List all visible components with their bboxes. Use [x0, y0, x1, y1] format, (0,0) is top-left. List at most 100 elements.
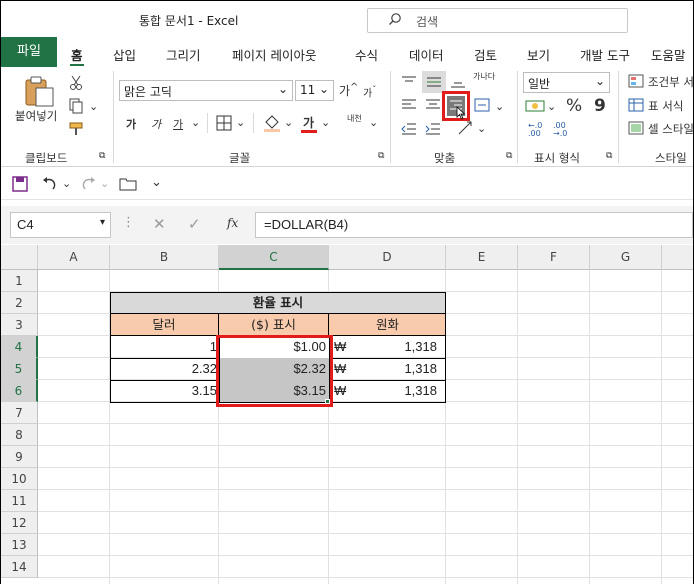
cell-won[interactable]: 1,318 — [329, 380, 437, 402]
column-header-f[interactable]: F — [518, 245, 590, 270]
cancel-formula-icon[interactable]: ✕ — [153, 215, 166, 233]
fill-handle[interactable] — [325, 399, 330, 404]
paste-button-label[interactable]: 붙여넣기 — [15, 108, 57, 124]
number-format-select[interactable]: 일반 ⌄ — [523, 72, 610, 93]
fill-color-dropdown-chevron-icon[interactable]: ⌄ — [284, 116, 293, 129]
format-as-table-icon[interactable] — [628, 98, 644, 112]
customize-qat-chevron-icon[interactable]: ⌄ — [151, 175, 162, 190]
tab-formulas[interactable]: 수식 — [355, 45, 378, 64]
column-header-e[interactable]: E — [446, 245, 518, 270]
row-header[interactable]: 7 — [1, 402, 38, 424]
accounting-dropdown-chevron-icon[interactable]: ⌄ — [547, 100, 556, 113]
row-header[interactable]: 1 — [1, 270, 38, 292]
align-middle-button[interactable] — [422, 71, 446, 93]
insert-function-icon[interactable]: fx — [227, 216, 238, 230]
tab-file[interactable]: 파일 — [1, 37, 57, 67]
number-launcher-icon[interactable]: ⧉ — [606, 151, 612, 161]
header-won[interactable]: 원화 — [329, 314, 446, 336]
italic-button[interactable]: 가 — [151, 116, 161, 132]
redo-icon[interactable] — [79, 176, 97, 192]
merge-center-icon[interactable] — [474, 98, 490, 112]
column-header-c[interactable]: C — [219, 245, 329, 270]
font-color-button[interactable]: 가 — [303, 114, 314, 131]
tab-page-layout[interactable]: 페이지 레이아웃 — [232, 45, 316, 64]
paste-icon[interactable] — [23, 75, 57, 107]
borders-icon[interactable] — [216, 115, 232, 131]
merge-dropdown-chevron-icon[interactable]: ⌄ — [495, 100, 504, 113]
font-family-select[interactable]: 맑은 고딕 ⌄ — [119, 80, 293, 101]
accounting-format-icon[interactable] — [525, 98, 545, 114]
increase-decimal-button[interactable]: ←.0.00 — [528, 122, 542, 138]
fill-color-icon[interactable] — [263, 113, 281, 133]
alignment-launcher-icon[interactable]: ⧉ — [506, 151, 512, 161]
cell-dollar[interactable]: 1 — [110, 336, 217, 358]
increase-font-button[interactable]: 가^ — [339, 82, 358, 99]
orientation-button[interactable]: 가나다 — [473, 72, 495, 81]
select-all-corner[interactable] — [1, 245, 38, 270]
tab-help[interactable]: 도움말 — [651, 45, 686, 64]
decrease-indent-icon[interactable] — [401, 122, 417, 136]
align-center-icon[interactable] — [425, 98, 441, 112]
tab-insert[interactable]: 삽입 — [113, 45, 136, 64]
row-header[interactable]: 14 — [1, 556, 38, 578]
tab-view[interactable]: 보기 — [527, 45, 550, 64]
column-header-b[interactable]: B — [110, 245, 219, 270]
row-header[interactable]: 11 — [1, 490, 38, 512]
undo-dropdown-chevron-icon[interactable]: ⌄ — [62, 177, 71, 190]
cell-dollar[interactable]: 2.32 — [110, 358, 217, 380]
cell-styles-button[interactable]: 셀 스타일 — [648, 121, 694, 137]
bold-button[interactable]: 가 — [126, 116, 136, 132]
column-header-d[interactable]: D — [329, 245, 446, 270]
underline-button[interactable]: 가 — [173, 116, 183, 132]
font-launcher-icon[interactable]: ⧉ — [378, 151, 384, 161]
row-header[interactable]: 10 — [1, 468, 38, 490]
row-header[interactable]: 3 — [1, 314, 38, 336]
comma-style-button[interactable]: 9 — [594, 96, 606, 116]
name-box[interactable]: C4 ▾ — [10, 212, 111, 238]
confirm-formula-icon[interactable]: ✓ — [188, 215, 201, 233]
undo-icon[interactable] — [41, 176, 59, 192]
font-color-dropdown-chevron-icon[interactable]: ⌄ — [321, 116, 330, 129]
cell-styles-icon[interactable] — [628, 121, 644, 135]
copy-icon[interactable] — [68, 98, 84, 114]
header-display[interactable]: ($) 표시 — [219, 314, 329, 336]
orientation-dropdown-chevron-icon[interactable]: ⌄ — [477, 122, 486, 135]
decrease-decimal-button[interactable]: .00 →.0 — [553, 122, 567, 138]
cell-won[interactable]: 1,318 — [329, 336, 437, 358]
row-header[interactable]: 9 — [1, 446, 38, 468]
row-header[interactable]: 8 — [1, 424, 38, 446]
tab-home[interactable]: 홈 — [71, 45, 83, 64]
cell-won[interactable]: 1,318 — [329, 358, 437, 380]
open-folder-icon[interactable] — [119, 177, 137, 191]
tab-data[interactable]: 데이터 — [409, 45, 444, 64]
phonetic-guide-button[interactable]: 내천 — [347, 114, 367, 123]
search-input[interactable]: 검색 — [367, 8, 628, 33]
align-bottom-icon[interactable] — [450, 75, 466, 89]
align-top-icon[interactable] — [401, 75, 417, 89]
align-left-icon[interactable] — [401, 98, 417, 112]
percent-style-button[interactable]: % — [566, 96, 582, 116]
decrease-font-button[interactable]: 가ˇ — [363, 84, 376, 99]
tab-review[interactable]: 검토 — [474, 45, 497, 64]
row-header[interactable]: 12 — [1, 512, 38, 534]
row-header[interactable]: 5 — [1, 358, 38, 380]
header-dollar[interactable]: 달러 — [110, 314, 219, 336]
phonetic-dropdown-chevron-icon[interactable]: ⌄ — [369, 116, 378, 129]
format-as-table-button[interactable]: 표 서식 — [648, 98, 683, 114]
conditional-format-button[interactable]: 조건부 서 — [648, 74, 694, 90]
formula-input[interactable]: =DOLLAR(B4) — [255, 212, 693, 238]
row-header[interactable]: 2 — [1, 292, 38, 314]
cut-icon[interactable] — [69, 75, 83, 91]
tab-draw[interactable]: 그리기 — [166, 45, 201, 64]
conditional-format-icon[interactable] — [628, 74, 644, 88]
underline-dropdown-chevron-icon[interactable]: ⌄ — [191, 116, 200, 129]
text-orientation-icon[interactable] — [457, 120, 473, 136]
font-size-select[interactable]: 11 ⌄ — [295, 80, 334, 101]
format-painter-icon[interactable] — [68, 121, 86, 137]
row-header[interactable]: 4 — [1, 336, 38, 358]
column-header-h[interactable] — [662, 245, 693, 270]
save-icon[interactable] — [12, 176, 28, 192]
row-header[interactable]: 6 — [1, 380, 38, 402]
redo-dropdown-chevron-icon[interactable]: ⌄ — [100, 177, 109, 190]
cell-dollar[interactable]: 3.15 — [110, 380, 217, 402]
